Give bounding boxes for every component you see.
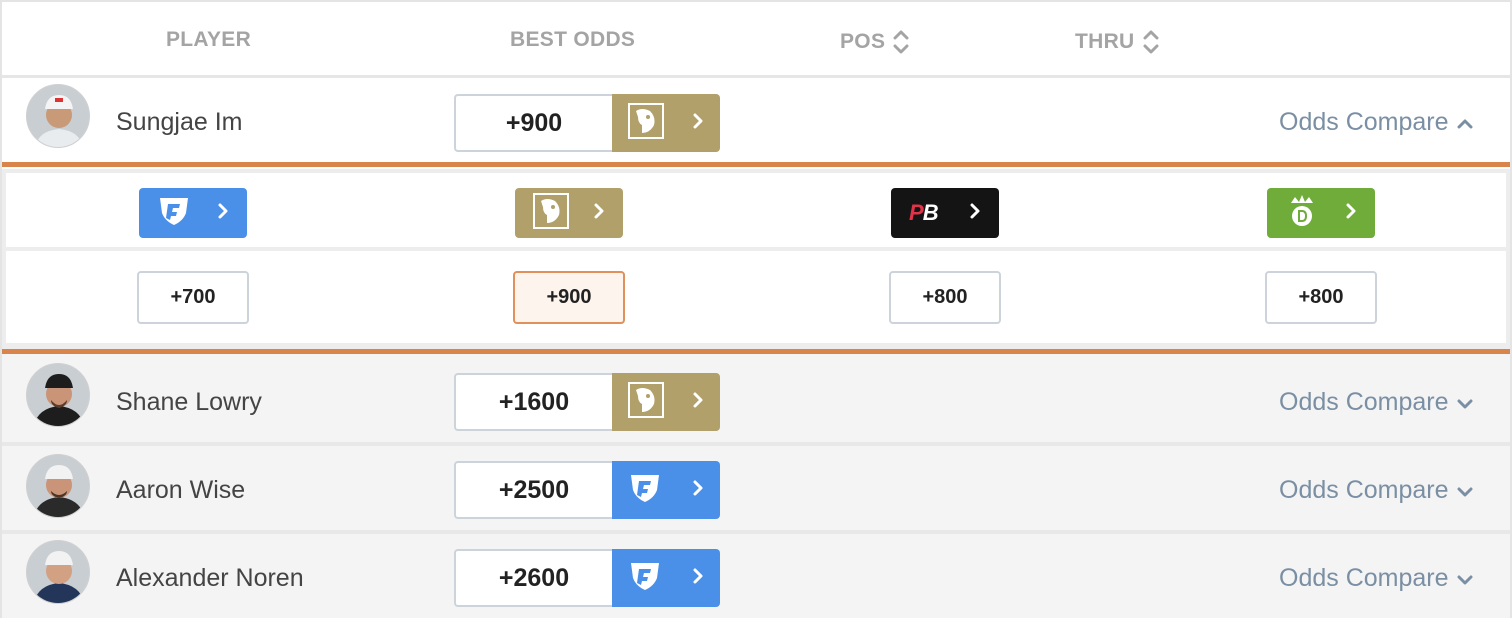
chevron-right-icon: [692, 567, 704, 590]
odds-compare-toggle[interactable]: Odds Compare: [1279, 564, 1473, 593]
column-header-player: PLAYER: [166, 28, 251, 52]
chevron-down-icon[interactable]: [1457, 564, 1473, 593]
player-name[interactable]: Shane Lowry: [116, 388, 262, 417]
odds-fanduel-button[interactable]: +700: [137, 271, 249, 324]
player-row[interactable]: Aaron Wise +2500 Odds Compare: [2, 446, 1510, 530]
avatar: [26, 454, 90, 518]
sportsbook-fanduel-button[interactable]: [139, 188, 247, 238]
best-odds-button[interactable]: +1600: [454, 373, 720, 431]
player-row[interactable]: Alexander Noren +2600 Odds Compare: [2, 534, 1510, 618]
odds-compare-label[interactable]: Odds Compare: [1279, 476, 1449, 505]
player-row[interactable]: Shane Lowry +1600 Odds Compare: [2, 354, 1510, 442]
best-odds-value[interactable]: +900: [454, 94, 612, 152]
best-odds-value[interactable]: +2500: [454, 461, 612, 519]
sportsbook-draftkings-button[interactable]: [1267, 188, 1375, 238]
draftkings-crown-icon: [1285, 193, 1319, 234]
odds-compare-toggle[interactable]: Odds Compare: [1279, 108, 1473, 137]
column-header-best-odds: BEST ODDS: [510, 28, 635, 52]
betmgm-lion-icon: [628, 102, 664, 144]
table-header: PLAYER BEST ODDS POS THRU: [2, 2, 1510, 78]
best-odds-button[interactable]: +900: [454, 94, 720, 152]
sportsbook-link[interactable]: [612, 94, 720, 152]
odds-draftkings-button[interactable]: +800: [1265, 271, 1377, 324]
odds-compare-toggle[interactable]: Odds Compare: [1279, 476, 1473, 505]
odds-compare-label[interactable]: Odds Compare: [1279, 564, 1449, 593]
fanduel-shield-icon: [628, 560, 662, 597]
chevron-down-icon[interactable]: [1457, 388, 1473, 417]
player-name[interactable]: Alexander Noren: [116, 564, 304, 593]
odds-row: +700 +900 +800 +800: [6, 251, 1506, 343]
pos-header-label[interactable]: POS: [840, 30, 885, 54]
odds-betmgm-button[interactable]: +900: [513, 271, 625, 324]
sportsbook-link[interactable]: [612, 373, 720, 431]
sportsbook-link[interactable]: [612, 549, 720, 607]
fanduel-shield-icon: [628, 472, 662, 509]
player-name[interactable]: Aaron Wise: [116, 476, 245, 505]
odds-compare-toggle[interactable]: Odds Compare: [1279, 388, 1473, 417]
best-odds-value[interactable]: +1600: [454, 373, 612, 431]
chevron-right-icon: [217, 202, 229, 225]
chevron-down-icon[interactable]: [1457, 476, 1473, 505]
odds-pointsbet-button[interactable]: +800: [889, 271, 1001, 324]
chevron-right-icon: [692, 112, 704, 135]
chevron-right-icon: [692, 479, 704, 502]
column-header-thru[interactable]: THRU: [1075, 28, 1159, 56]
odds-compare-label[interactable]: Odds Compare: [1279, 388, 1449, 417]
pointsbet-logo: PB: [909, 200, 939, 225]
sportsbook-row: PB: [6, 173, 1506, 247]
betmgm-lion-icon: [533, 192, 569, 234]
chevron-right-icon: [692, 391, 704, 414]
avatar: [26, 363, 90, 427]
column-header-pos[interactable]: POS: [840, 28, 909, 56]
best-odds-button[interactable]: +2500: [454, 461, 720, 519]
sportsbook-pointsbet-button[interactable]: PB: [891, 188, 999, 238]
betmgm-lion-icon: [628, 381, 664, 423]
player-header-label: PLAYER: [166, 28, 252, 51]
odds-compare-label[interactable]: Odds Compare: [1279, 108, 1449, 137]
sportsbook-betmgm-button[interactable]: [515, 188, 623, 238]
chevron-right-icon: [1345, 202, 1357, 225]
sort-icon[interactable]: [893, 28, 909, 56]
expanded-top-border: [2, 162, 1510, 167]
player-name[interactable]: Sungjae Im: [116, 108, 242, 137]
sportsbook-link[interactable]: [612, 461, 720, 519]
best-odds-button[interactable]: +2600: [454, 549, 720, 607]
chevron-right-icon: [593, 202, 605, 225]
fanduel-shield-icon: [157, 195, 191, 232]
best-odds-value[interactable]: +2600: [454, 549, 612, 607]
odds-table: PLAYER BEST ODDS POS THRU Sungjae Im +90…: [0, 0, 1512, 618]
sort-icon[interactable]: [1143, 28, 1159, 56]
chevron-right-icon: [969, 202, 981, 225]
thru-header-label[interactable]: THRU: [1075, 30, 1135, 54]
odds-compare-panel: PB +700 +900 +800 +800: [2, 169, 1510, 349]
avatar: [26, 540, 90, 604]
best-odds-header-label: BEST ODDS: [510, 28, 636, 51]
player-row[interactable]: Sungjae Im +900 Odds Compare: [2, 80, 1510, 162]
chevron-up-icon[interactable]: [1457, 108, 1473, 137]
avatar: [26, 84, 90, 148]
